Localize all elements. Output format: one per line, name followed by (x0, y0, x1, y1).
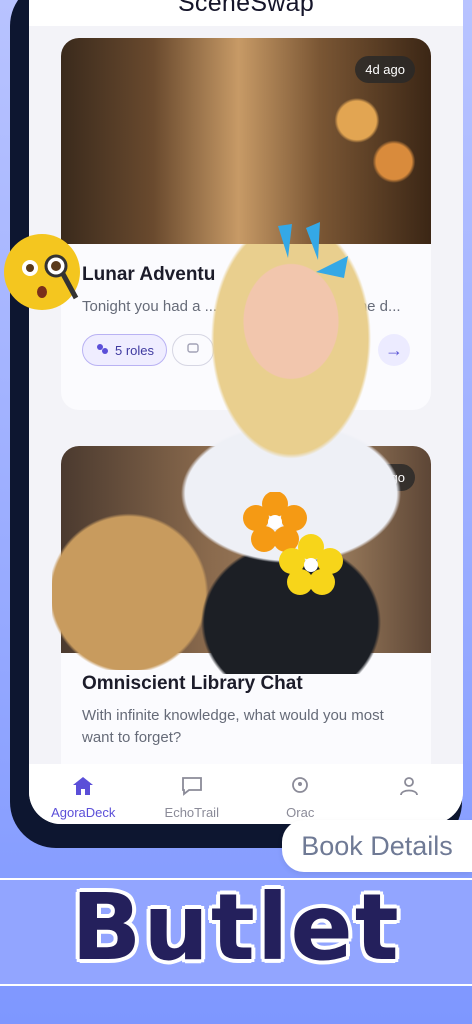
surprised-emoji-sticker (4, 234, 80, 310)
card-title: Omniscient Library Chat (82, 673, 303, 694)
nav-label: AgoraDeck (51, 805, 116, 820)
nav-label: Orac (286, 805, 315, 820)
roles-icon (95, 342, 109, 359)
time-badge: 4d ago (355, 56, 415, 83)
home-icon (72, 776, 94, 801)
person-cutout-image (176, 244, 406, 674)
brand-wordmark: Butlet (71, 874, 401, 981)
feature-label: Book Details (282, 820, 472, 872)
roles-chip[interactable]: 5 roles (82, 334, 168, 366)
nav-item-agoradeck[interactable]: AgoraDeck (33, 776, 133, 820)
drops-sticker (278, 222, 348, 278)
profile-icon (398, 776, 420, 801)
oracle-head-icon (289, 776, 311, 801)
nav-item-profile[interactable] (359, 776, 459, 805)
chat-icon (181, 776, 203, 801)
app-header: SceneSwap (29, 0, 463, 26)
scene-image: 4d ago (61, 38, 431, 244)
app-title: SceneSwap (177, 0, 315, 17)
bottom-navigation: AgoraDeck EchoTrail Orac (29, 764, 463, 824)
nav-item-echotrail[interactable]: EchoTrail (142, 776, 242, 820)
card-description: With infinite knowledge, what would you … (82, 707, 384, 746)
nav-label: EchoTrail (164, 805, 219, 820)
nav-item-oracle[interactable]: Orac (250, 776, 350, 820)
roles-label: 5 roles (115, 342, 155, 358)
yellow-flower-sticker (279, 534, 343, 595)
